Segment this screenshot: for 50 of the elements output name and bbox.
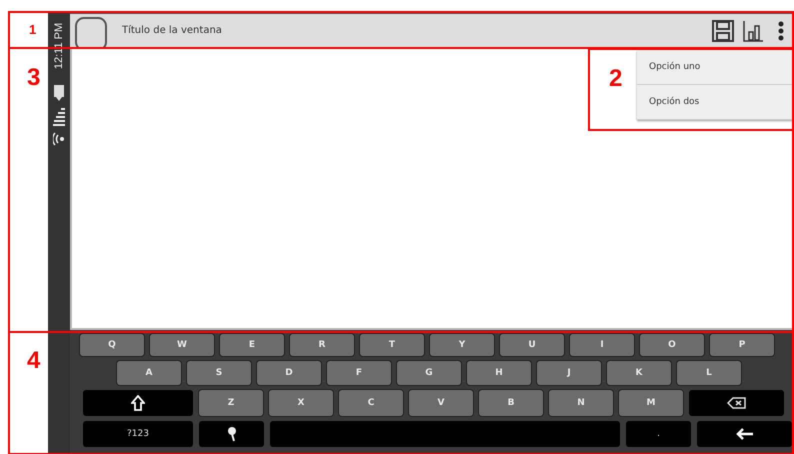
keyboard-key[interactable]: P (710, 334, 774, 356)
keyboard-key[interactable]: I (570, 334, 634, 356)
overflow-menu-icon[interactable] (778, 20, 784, 40)
callout-number: 3 (27, 64, 40, 92)
keyboard-key[interactable]: Y (430, 334, 494, 356)
keyboard-key[interactable]: X (269, 390, 333, 416)
voice-key[interactable] (199, 421, 264, 447)
period-key[interactable]: . (626, 421, 691, 447)
shift-icon (131, 395, 145, 411)
shift-key[interactable] (83, 390, 193, 416)
keyboard-key[interactable]: H (467, 361, 531, 385)
keyboard-key[interactable]: V (409, 390, 473, 416)
keyboard-key[interactable]: E (220, 334, 284, 356)
clock-time: 12:11 PM (53, 22, 65, 70)
menu-item[interactable]: Opción dos (637, 85, 794, 120)
backspace-key[interactable] (689, 390, 784, 416)
keyboard-key[interactable]: G (397, 361, 461, 385)
signal-icon (53, 108, 65, 126)
keyboard-key[interactable]: R (290, 334, 354, 356)
keyboard-key[interactable]: U (500, 334, 564, 356)
keyboard-key[interactable]: K (607, 361, 671, 385)
keyboard-key[interactable]: T (360, 334, 424, 356)
callout-number: 1 (29, 22, 36, 37)
keyboard-key[interactable]: L (677, 361, 741, 385)
keyboard-key[interactable]: C (339, 390, 403, 416)
keyboard-key[interactable]: W (150, 334, 214, 356)
keyboard-key[interactable]: S (187, 361, 251, 385)
keyboard-key[interactable]: D (257, 361, 321, 385)
callout-number: 2 (609, 65, 622, 93)
keyboard-key[interactable]: A (117, 361, 181, 385)
wifi-icon (53, 132, 65, 146)
left-arrow-icon (736, 428, 754, 440)
keyboard-key[interactable]: N (549, 390, 613, 416)
keyboard-key[interactable]: F (327, 361, 391, 385)
keyboard-key[interactable]: M (619, 390, 683, 416)
keyboard-key[interactable]: J (537, 361, 601, 385)
key-icon (226, 426, 236, 442)
keyboard-key[interactable]: Q (80, 334, 144, 356)
backspace-icon (726, 397, 746, 409)
menu-item[interactable]: Opción uno (637, 50, 794, 85)
symbols-key[interactable]: ?123 (83, 421, 193, 447)
window-title: Título de la ventana (122, 25, 222, 36)
keyboard-key[interactable]: B (479, 390, 543, 416)
callout-number: 4 (27, 347, 40, 375)
enter-key[interactable] (697, 421, 792, 447)
keyboard-key[interactable]: Z (199, 390, 263, 416)
save-icon[interactable] (712, 20, 734, 42)
keyboard-key[interactable]: O (640, 334, 704, 356)
battery-icon (53, 84, 65, 102)
bar-chart-icon[interactable] (742, 20, 764, 42)
